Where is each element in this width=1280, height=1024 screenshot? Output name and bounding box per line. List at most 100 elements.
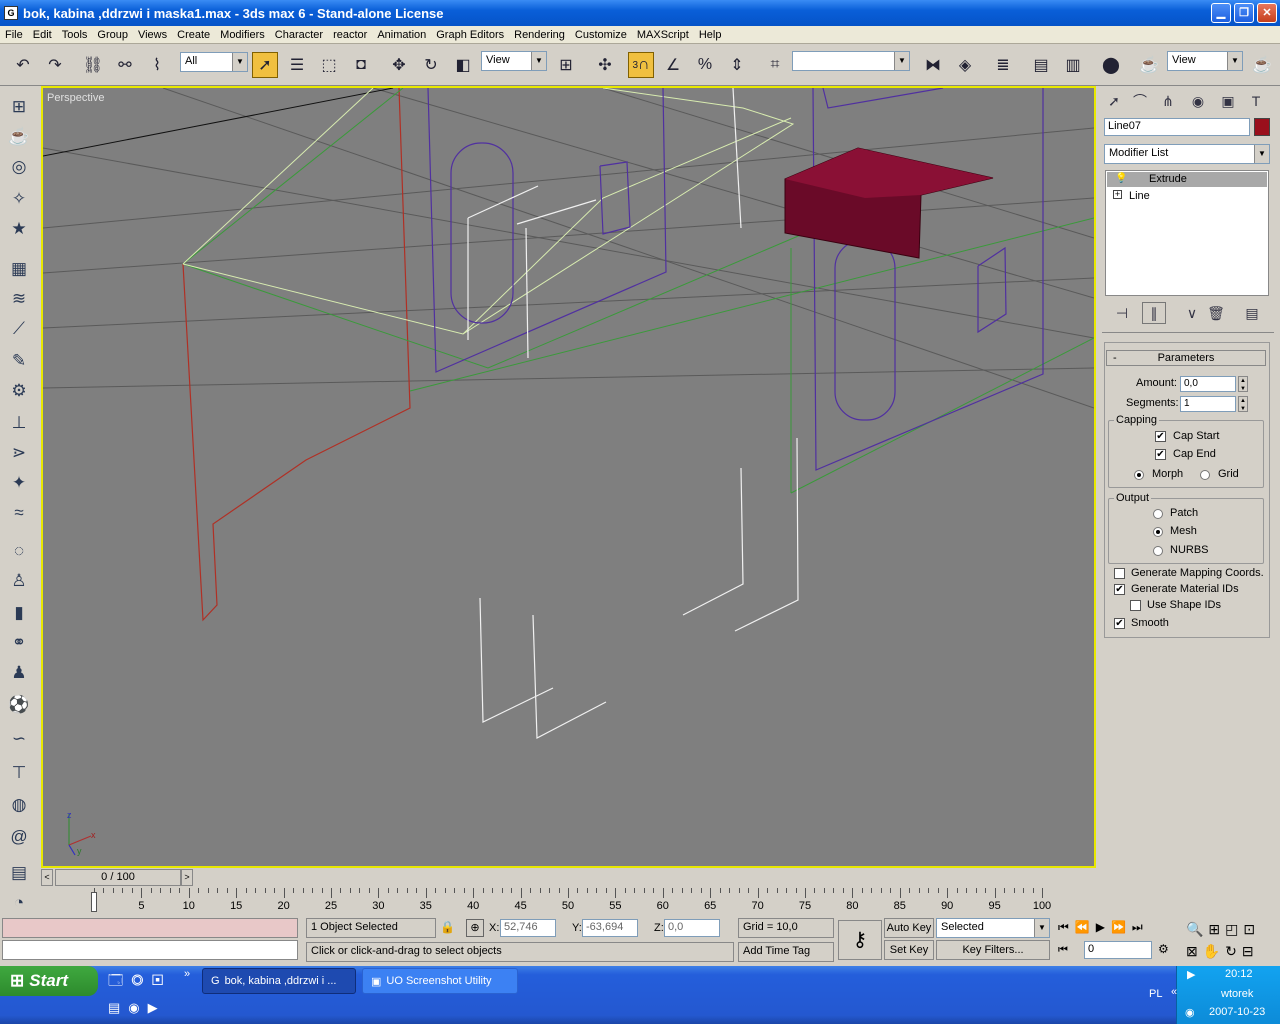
select-by-name-icon[interactable]: ☰ (284, 52, 310, 78)
task-screenshot-utility[interactable]: ▣ UO Screenshot Utility (362, 968, 518, 994)
y-coordinate-field[interactable]: -63,694 (582, 919, 638, 937)
stack-item-extrude[interactable]: 💡 Extrude (1107, 172, 1267, 187)
remove-modifier-icon[interactable]: 🗑 (1204, 302, 1228, 324)
fish-icon[interactable]: ⋗ (6, 440, 32, 466)
stack-icon[interactable]: ≋ (6, 286, 32, 312)
minimize-button[interactable]: ▁ (1211, 3, 1231, 23)
torus-icon[interactable]: ◌ (6, 538, 32, 564)
cap-start-checkbox[interactable]: ✔ (1155, 431, 1166, 442)
spiral-icon[interactable]: @ (6, 824, 32, 850)
selection-filter-dropdown[interactable]: All ▼ (180, 52, 248, 72)
make-unique-icon[interactable]: ∨ (1180, 302, 1204, 324)
menu-edit[interactable]: Edit (28, 29, 57, 41)
language-indicator[interactable]: PL (1149, 988, 1162, 1000)
track-bar[interactable]: 0510152025303540455055606570758085909510… (41, 888, 1096, 916)
clock-time[interactable]: 20:12 (1225, 968, 1253, 980)
undo-icon[interactable]: ↶ (10, 52, 36, 78)
bind-space-warp-icon[interactable]: ⌇ (144, 52, 170, 78)
object-name-field[interactable]: Line07 (1104, 118, 1250, 136)
quick-launch-more[interactable]: » (184, 968, 190, 980)
stack-item-line[interactable]: + Line (1107, 189, 1267, 204)
align-icon[interactable]: ◈ (952, 52, 978, 78)
schematic-view-icon[interactable]: ▥ (1060, 52, 1086, 78)
curve-editor-icon[interactable]: ▤ (1028, 52, 1054, 78)
menu-tools[interactable]: Tools (57, 29, 93, 41)
x-coordinate-field[interactable]: 52,746 (500, 919, 556, 937)
current-frame-marker[interactable] (91, 892, 97, 912)
link-icon[interactable]: ⚭ (6, 630, 32, 656)
morph-radio[interactable] (1134, 470, 1144, 480)
prev-frame-arrow[interactable]: < (41, 869, 53, 886)
key-mode-dropdown[interactable]: Selected ▼ (936, 918, 1050, 938)
menu-file[interactable]: File (0, 29, 28, 41)
tray-media-icon[interactable]: ▶ (1187, 968, 1195, 981)
menu-views[interactable]: Views (133, 29, 172, 41)
list-icon[interactable]: ▤ (6, 860, 32, 886)
teapot-icon[interactable]: ☕ (6, 124, 32, 150)
menu-create[interactable]: Create (172, 29, 215, 41)
pin-stack-icon[interactable]: ⊣ (1110, 302, 1134, 324)
create-box-icon[interactable]: ⊞ (6, 94, 32, 120)
auto-key-button[interactable]: Auto Key (884, 918, 934, 938)
absolute-mode-icon[interactable]: ⊕ (466, 919, 484, 937)
current-frame-field[interactable]: 0 (1084, 941, 1152, 959)
gear-icon[interactable]: ⚙ (6, 378, 32, 404)
named-selection-dropdown[interactable]: ▼ (792, 51, 910, 71)
quick-launch-row2[interactable]: ▤◉▶ (108, 1000, 166, 1016)
key-filters-button[interactable]: Key Filters... (936, 940, 1050, 960)
render-view-dropdown[interactable]: View ▼ (1167, 51, 1243, 71)
figure-icon[interactable]: ♟ (6, 660, 32, 686)
segments-spinner[interactable]: ▲ ▼ (1238, 396, 1248, 412)
use-shape-ids-checkbox[interactable] (1130, 600, 1141, 611)
select-and-link-icon[interactable]: ⛓ (80, 52, 106, 78)
material-editor-icon[interactable]: ⬤ (1098, 52, 1124, 78)
percent-snap-icon[interactable]: % (692, 52, 718, 78)
time-slider[interactable]: < 0 / 100 > (41, 868, 1096, 888)
brush-icon[interactable]: ✎ (6, 348, 32, 374)
amount-spinner[interactable]: ▲ ▼ (1238, 376, 1248, 392)
mesh-radio[interactable] (1153, 527, 1163, 537)
menu-customize[interactable]: Customize (570, 29, 632, 41)
manipulate-icon[interactable]: ✣ (592, 52, 618, 78)
expand-icon[interactable]: + (1113, 190, 1122, 199)
pivot-center-icon[interactable]: ⊞ (553, 52, 579, 78)
angle-snap-icon[interactable]: ∠ (660, 52, 686, 78)
show-end-result-icon[interactable]: ∥ (1142, 302, 1166, 324)
pin-icon[interactable]: ⊥ (6, 410, 32, 436)
patch-radio[interactable] (1153, 509, 1163, 519)
display-tab-icon[interactable]: ▣ (1216, 90, 1240, 112)
viewport-nav-controls[interactable]: 🔍⊞◰⊡ ⊠✋↻⊟ (1186, 918, 1280, 962)
move-icon[interactable]: ✥ (386, 52, 412, 78)
close-button[interactable]: ✕ (1257, 3, 1277, 23)
window-crossing-icon[interactable]: ◘ (348, 52, 374, 78)
rectangular-selection-icon[interactable]: ⬚ (316, 52, 342, 78)
motion-tab-icon[interactable]: ◉ (1186, 90, 1210, 112)
configure-modifier-sets-icon[interactable]: ▤ (1240, 302, 1264, 324)
next-frame-arrow[interactable]: > (181, 869, 193, 886)
menu-reactor[interactable]: reactor (328, 29, 372, 41)
unlink-icon[interactable]: ⚯ (112, 52, 138, 78)
playback-controls[interactable]: ⏮⏪▶⏩⏭ (1058, 920, 1149, 935)
snap-toggle-icon[interactable]: 3 ∩ (628, 52, 654, 78)
quick-render-icon[interactable]: ☕ (1249, 52, 1275, 78)
lock-icon[interactable]: 🔒 (440, 920, 455, 934)
shirt-icon[interactable]: ⊤ (6, 760, 32, 786)
menu-animation[interactable]: Animation (372, 29, 431, 41)
edit-named-selection-icon[interactable]: ⌗ (762, 52, 788, 78)
menu-rendering[interactable]: Rendering (509, 29, 570, 41)
maxscript-input[interactable] (2, 940, 298, 960)
select-object-icon[interactable]: ➚ (252, 52, 278, 78)
key-mode-toggle-icon[interactable]: ⏮ (1058, 944, 1068, 957)
light-icon[interactable]: ✧ (6, 186, 32, 212)
soccer-icon[interactable]: ⚽ (6, 692, 32, 718)
tray-expand-icon[interactable]: « (1171, 986, 1177, 998)
set-key-icon[interactable]: ⚷ (838, 920, 882, 960)
add-time-tag[interactable]: Add Time Tag (738, 942, 834, 962)
bend-icon[interactable]: ⟋ (6, 316, 32, 342)
z-coordinate-field[interactable]: 0,0 (664, 919, 720, 937)
utilities-tab-icon[interactable]: T (1244, 90, 1268, 112)
lightbulb-icon[interactable]: 💡 (1115, 173, 1127, 184)
start-button[interactable]: ⊞ Start (0, 966, 98, 996)
menu-character[interactable]: Character (270, 29, 328, 41)
modifier-strip-icon[interactable]: ▦ (6, 256, 32, 282)
